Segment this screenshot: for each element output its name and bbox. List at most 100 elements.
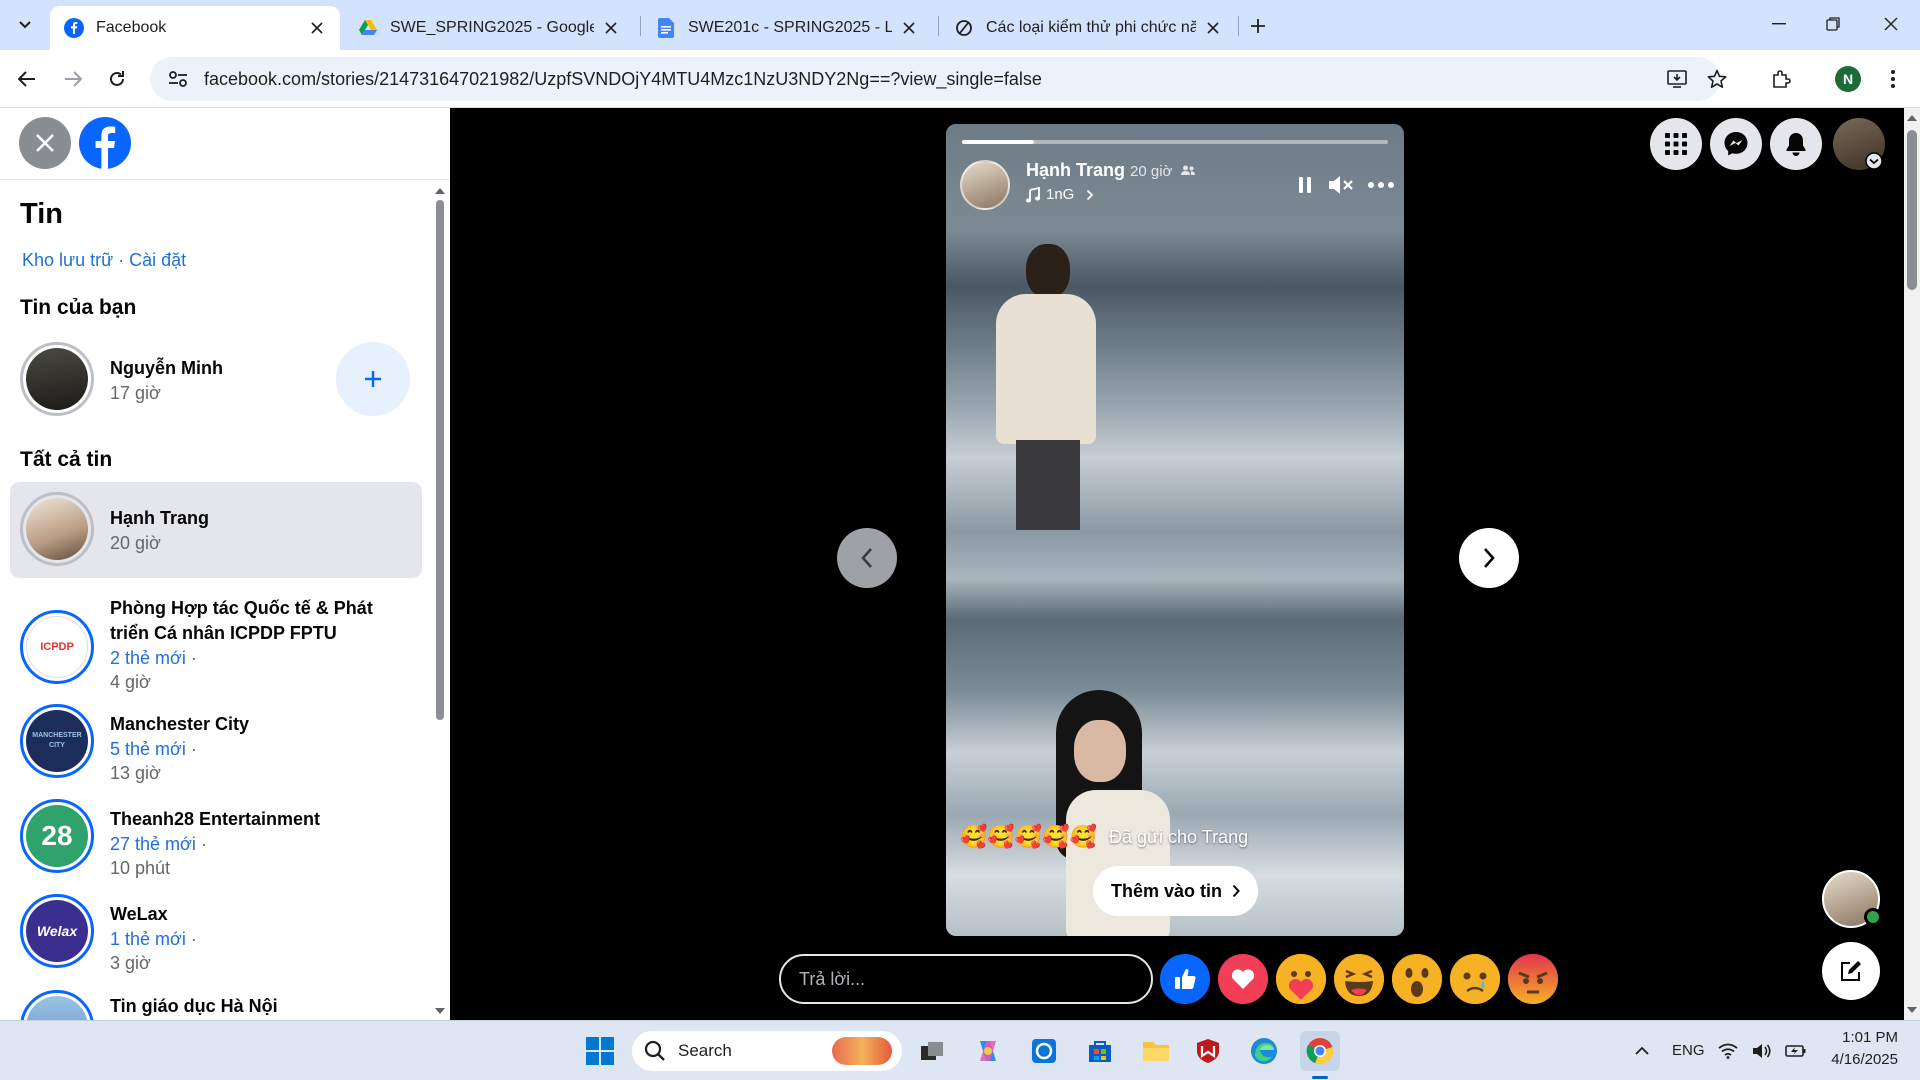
reply-input[interactable]: Trả lời... [779,954,1153,1004]
mute-button[interactable] [1326,170,1356,200]
widgets-button[interactable] [1024,1031,1064,1071]
reload-icon [110,71,124,86]
story-list-item-hanh-trang[interactable]: Hạnh Trang 20 giờ [10,482,422,578]
account-chevron-icon[interactable] [1865,152,1883,170]
tab-separator [1238,16,1239,36]
reaction-angry-button[interactable] [1508,954,1558,1004]
menu-button[interactable] [1650,118,1702,170]
grid-menu-icon [1665,133,1687,155]
shield-icon [1197,1039,1219,1063]
copilot-button[interactable] [968,1031,1008,1071]
new-count: 5 thẻ mới [110,739,186,759]
store-button[interactable] [1080,1031,1120,1071]
previous-story-button[interactable] [837,528,897,588]
messenger-button[interactable] [1710,118,1762,170]
story-card[interactable]: Hạnh Trang 20 giờ 1nG 🥰🥰🥰🥰🥰 Đã gửi cho T… [946,124,1404,936]
add-to-story-label: Thêm vào tin [1111,880,1223,901]
settings-link[interactable]: Cài đặt [129,250,186,270]
edge-button[interactable] [1244,1031,1284,1071]
reaction-sad-button[interactable] [1450,954,1500,1004]
tab-google-docs[interactable]: SWE201c - SPRING2025 - LÝ TH [642,6,932,50]
notifications-button[interactable] [1770,118,1822,170]
close-tab-icon[interactable] [1204,19,1222,37]
input-language[interactable]: ENG [1672,1042,1705,1059]
reload-button[interactable] [100,62,134,96]
reaction-love-button[interactable] [1218,954,1268,1004]
tab-separator [640,16,641,36]
address-bar[interactable]: facebook.com/stories/214731647021982/Uzp… [150,57,1720,101]
page-scrollbar[interactable] [1904,108,1920,1020]
story-list-item-tin-giao-duc[interactable]: Tin giáo dục Hà Nội [10,990,422,1020]
restore-button[interactable] [1806,0,1860,48]
story-time: 4 giờ [110,672,151,692]
facebook-logo-icon[interactable] [79,117,131,169]
story-author-avatar[interactable] [960,160,1010,210]
back-button[interactable] [10,62,44,96]
scroll-up-icon[interactable] [434,186,446,196]
forward-button[interactable] [56,62,90,96]
story-list-item-welax[interactable]: Welax WeLax 1 thẻ mới · 3 giờ [10,894,422,990]
clock-date[interactable]: 4/16/2025 [1824,1051,1898,1068]
close-tab-icon[interactable] [308,19,326,37]
story-music[interactable]: 1nG [1026,186,1094,203]
reaction-care-button[interactable] [1276,954,1326,1004]
tab-search-button[interactable] [8,10,42,40]
tab-article[interactable]: Các loại kiểm thử phi chức năng [940,6,1236,50]
start-button[interactable] [580,1031,620,1071]
scrollbar-thumb[interactable] [1907,130,1917,290]
task-view-button[interactable] [912,1031,952,1071]
avatar: MANCHESTER CITY [20,704,94,778]
mcafee-button[interactable] [1188,1031,1228,1071]
windows-icon [586,1037,614,1065]
chrome-button[interactable] [1300,1031,1340,1071]
reaction-wow-button[interactable] [1392,954,1442,1004]
user-photo [26,498,88,560]
add-to-story-button[interactable]: Thêm vào tin [1093,866,1259,916]
new-tab-button[interactable] [1244,12,1272,40]
scroll-up-icon[interactable] [1904,112,1920,124]
wifi-button[interactable] [1714,1031,1742,1071]
dot-separator: · [185,648,197,668]
battery-button[interactable] [1782,1031,1810,1071]
minimize-button[interactable] [1752,0,1806,48]
story-list-item-theanh28[interactable]: 28 Theanh28 Entertainment 27 thẻ mới · 1… [10,799,422,895]
scroll-down-icon[interactable] [434,1006,446,1016]
chevron-right-icon [1232,884,1240,898]
avatar [20,492,94,566]
new-message-button[interactable] [1822,942,1880,1000]
close-tab-icon[interactable] [602,19,620,37]
avatar: ICPDP [20,610,94,684]
show-hidden-icons-button[interactable] [1622,1031,1662,1071]
story-more-button[interactable] [1366,170,1396,200]
file-explorer-button[interactable] [1136,1031,1176,1071]
bookmark-button[interactable] [1700,62,1734,96]
site-info-icon[interactable] [158,70,198,88]
browser-menu-button[interactable] [1876,62,1910,96]
close-window-button[interactable] [1864,0,1918,48]
close-tab-icon[interactable] [900,19,918,37]
install-app-button[interactable] [1660,62,1694,96]
add-story-button[interactable] [336,342,410,416]
scroll-down-icon[interactable] [1904,1004,1920,1016]
browser-profile-avatar[interactable]: N [1835,66,1861,92]
story-list-item-icpdp[interactable]: ICPDP Phòng Hợp tác Quốc tế & Phát triển… [10,586,422,692]
next-story-button[interactable] [1459,528,1519,588]
archive-link[interactable]: Kho lưu trữ [22,250,113,270]
tab-facebook[interactable]: Facebook [50,6,340,50]
close-stories-button[interactable] [19,117,71,169]
sidebar-scrollbar[interactable] [434,184,446,1020]
sidebar-header [0,108,450,180]
plus-icon [1251,19,1265,33]
tab-title: SWE_SPRING2025 - Google Dri [390,19,594,36]
reaction-like-button[interactable] [1160,954,1210,1004]
volume-button[interactable] [1748,1031,1776,1071]
reaction-haha-button[interactable] [1334,954,1384,1004]
pause-button[interactable] [1290,170,1320,200]
clock-time[interactable]: 1:01 PM [1838,1029,1898,1046]
story-list-item-manchester-city[interactable]: MANCHESTER CITY Manchester City 5 thẻ mớ… [10,704,422,800]
story-author-name[interactable]: Hạnh Trang [1026,160,1125,181]
scrollbar-thumb[interactable] [436,200,444,720]
taskbar-search[interactable]: Search [632,1031,902,1071]
extensions-button[interactable] [1764,62,1798,96]
tab-google-drive[interactable]: SWE_SPRING2025 - Google Dri [344,6,634,50]
